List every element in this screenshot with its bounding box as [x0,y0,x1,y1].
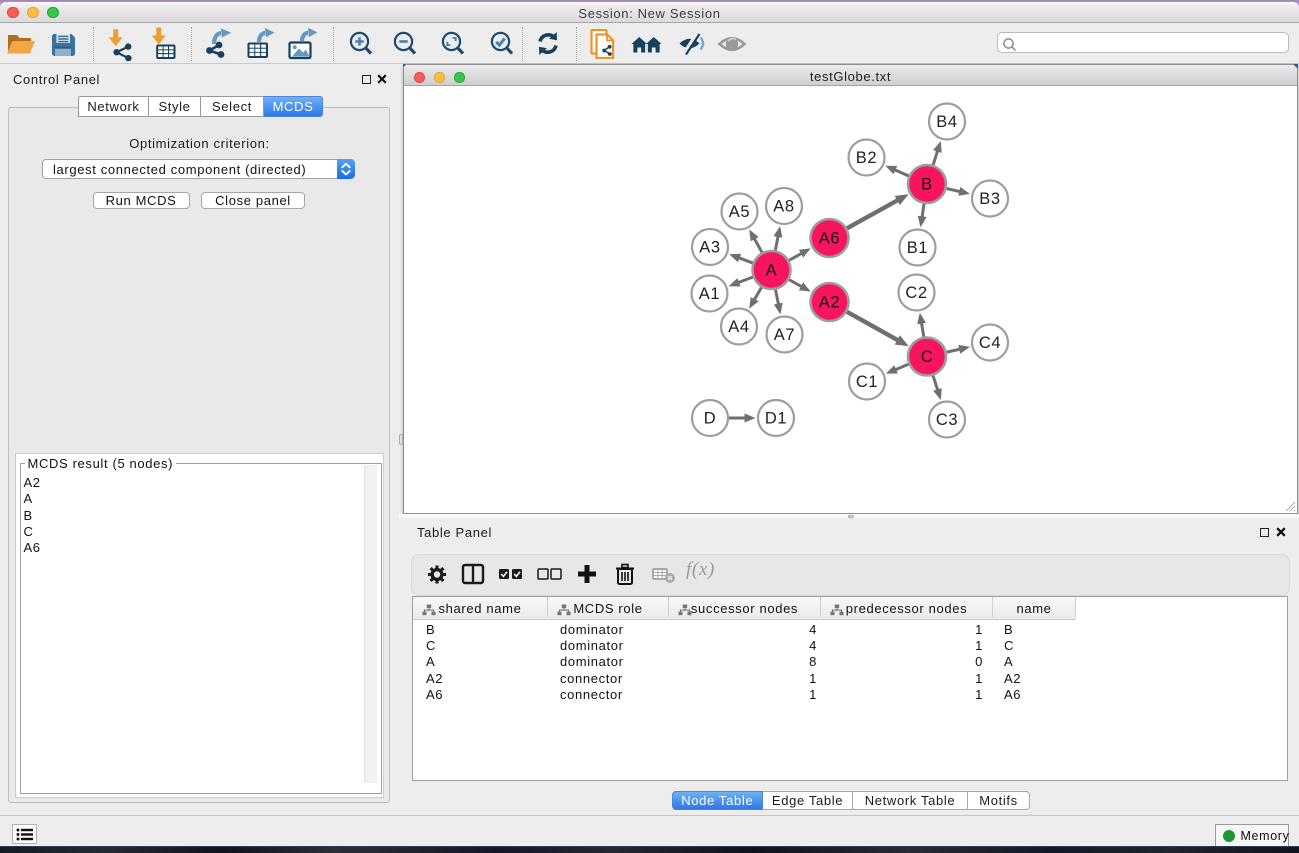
svg-text:C4: C4 [979,334,1001,352]
svg-text:B1: B1 [907,239,928,257]
svg-text:B: B [921,176,933,194]
svg-text:B3: B3 [979,190,1000,208]
svg-text:C1: C1 [856,373,878,391]
svg-text:C2: C2 [905,284,927,302]
svg-text:A1: A1 [699,285,720,303]
svg-text:B4: B4 [936,113,957,131]
svg-text:A2: A2 [819,294,840,312]
svg-text:D1: D1 [765,410,787,428]
svg-text:A: A [766,262,778,280]
svg-text:A6: A6 [819,230,840,248]
svg-text:A4: A4 [728,318,749,336]
svg-text:A8: A8 [773,198,794,216]
svg-text:C3: C3 [936,411,958,429]
svg-text:A5: A5 [729,203,750,221]
svg-text:A7: A7 [774,326,795,344]
svg-text:C: C [921,348,934,366]
svg-text:A3: A3 [699,239,720,257]
svg-text:B2: B2 [856,149,877,167]
svg-text:D: D [704,410,717,428]
